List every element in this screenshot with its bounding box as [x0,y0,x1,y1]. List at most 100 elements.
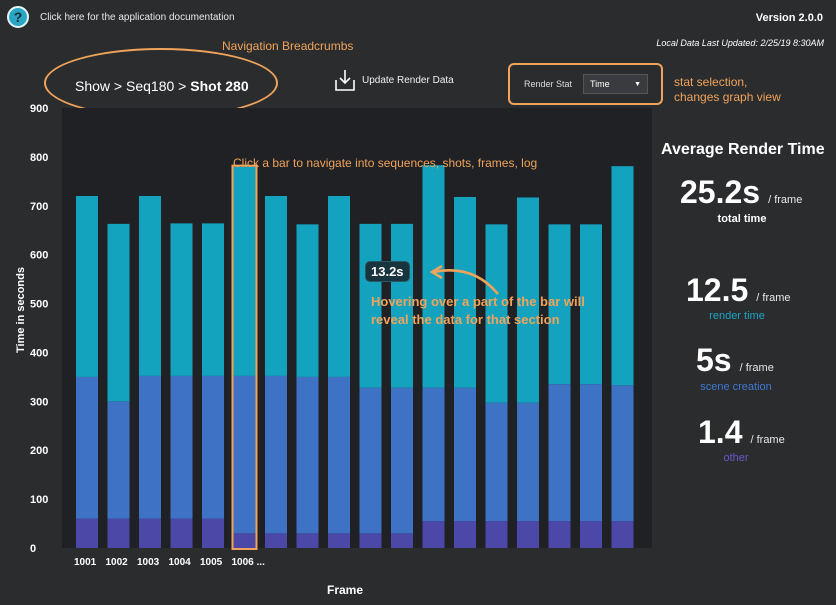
bar-segment-1[interactable] [76,376,98,519]
bar-segment-1[interactable] [391,387,413,534]
y-tick-label: 100 [30,494,48,506]
x-tick-label: 1002 [106,557,129,568]
bar-segment-1[interactable] [202,375,224,519]
bar-segment-1[interactable] [359,387,382,534]
bar-segment-1[interactable] [328,376,350,534]
bar-segment-2[interactable] [170,223,193,376]
documentation-link[interactable]: Click here for the application documenta… [40,12,235,23]
bar-segment-2[interactable] [296,224,319,377]
breadcrumb-separator: > [113,78,123,94]
bar-segment-1[interactable] [139,375,161,519]
bar[interactable] [139,196,161,548]
bar-segment-0[interactable] [107,518,130,548]
bar-segment-2[interactable] [233,166,256,376]
stat-other-value: 1.4 [698,414,743,450]
y-tick-label: 500 [30,299,48,311]
render-time-chart: 0 100 200 300 400 500 600 700 800 900 1001 1002 1003… [30,103,652,568]
stat-scene-unit: / frame [739,362,774,374]
bar-segment-0[interactable] [517,521,539,548]
y-tick-label: 400 [30,347,48,359]
bar-segment-0[interactable] [328,533,350,548]
stat-scene-row: 5s / frame [696,342,774,379]
stat-render-row: 12.5 / frame [686,272,791,309]
render-stat-label: Render Stat [524,79,573,89]
stat-total-row: 25.2s / frame [680,174,802,211]
bar[interactable] [76,196,98,548]
bar-segment-0[interactable] [202,518,224,548]
y-tick-label: 900 [30,103,48,115]
bar[interactable] [202,223,224,548]
bar[interactable] [517,197,539,548]
stat-other-row: 1.4 / frame [698,414,785,451]
bar-segment-1[interactable] [517,402,539,522]
bar[interactable] [107,223,130,548]
bar-segment-1[interactable] [611,385,634,522]
y-tick-label: 300 [30,396,48,408]
stat-total-value: 25.2s [680,174,761,210]
bar-segment-0[interactable] [139,518,161,548]
bar[interactable] [422,165,445,548]
bar[interactable] [328,196,350,548]
bar-segment-1[interactable] [454,387,476,522]
bar[interactable] [548,224,571,548]
bar[interactable] [233,166,256,548]
x-tick-label: 1005 [200,557,223,568]
bar-segment-1[interactable] [296,376,319,534]
bar-segment-0[interactable] [580,521,602,548]
bar-segment-0[interactable] [548,521,571,548]
bar[interactable] [296,224,319,548]
bar-segment-0[interactable] [265,533,287,548]
breadcrumb-show[interactable]: Show [75,78,110,94]
stat-render-unit: / frame [756,292,791,304]
bar-segment-2[interactable] [328,196,350,377]
bar-segment-1[interactable] [548,384,571,522]
stat-other-label: other [723,452,749,464]
y-tick-label: 200 [30,445,48,457]
bar[interactable] [611,166,634,548]
render-stat-select[interactable]: Time ▼ [583,74,648,94]
help-icon[interactable]: ? [7,6,29,28]
bar-segment-0[interactable] [170,518,193,548]
bar-segment-2[interactable] [76,196,98,377]
bar-segment-0[interactable] [485,521,508,548]
bar-segment-1[interactable] [485,402,508,522]
bar-segment-2[interactable] [107,223,130,402]
bar-segment-1[interactable] [580,384,602,522]
bar[interactable] [454,196,476,548]
breadcrumb-separator: > [178,78,187,94]
bar-segment-2[interactable] [139,196,161,376]
bar[interactable] [580,224,602,548]
update-render-data-button[interactable]: Update Render Data [334,68,454,92]
breadcrumb-seq[interactable]: Seq180 [126,78,174,94]
bar-segment-1[interactable] [170,375,193,519]
annotation-click-bar: Click a bar to navigate into sequences, … [233,156,538,170]
bar-segment-0[interactable] [454,521,476,548]
bar-segment-1[interactable] [233,375,256,534]
y-tick-label: 700 [30,201,48,213]
stat-render-label: render time [709,310,765,322]
bar-segment-0[interactable] [422,521,445,548]
bar-segment-2[interactable] [265,196,287,376]
download-icon [335,70,355,91]
last-updated-label: Local Data Last Updated: 2/25/19 8:30AM [656,38,824,48]
render-stat-value: Time [590,79,610,89]
stat-scene-label: scene creation [700,381,772,393]
bar-segment-0[interactable] [296,533,319,548]
chevron-down-icon: ▼ [634,80,641,88]
bar[interactable] [170,223,193,548]
x-axis-label: Frame [327,583,364,597]
bar-segment-0[interactable] [359,533,382,548]
breadcrumb-shot: Shot 280 [190,78,249,94]
bar-segment-0[interactable] [611,521,634,548]
bar-segment-2[interactable] [202,223,224,376]
bar-tooltip: 13.2s [365,261,410,282]
bar-segment-1[interactable] [422,387,445,522]
bar-segment-2[interactable] [611,166,634,386]
bar-segment-0[interactable] [391,533,413,548]
bar-segment-0[interactable] [233,533,256,548]
annotation-hover: Hovering over a part of the bar will rev… [371,294,585,327]
bar-segment-1[interactable] [107,401,130,519]
bar-segment-0[interactable] [76,518,98,548]
bar[interactable] [265,196,287,548]
bar-segment-1[interactable] [265,375,287,534]
